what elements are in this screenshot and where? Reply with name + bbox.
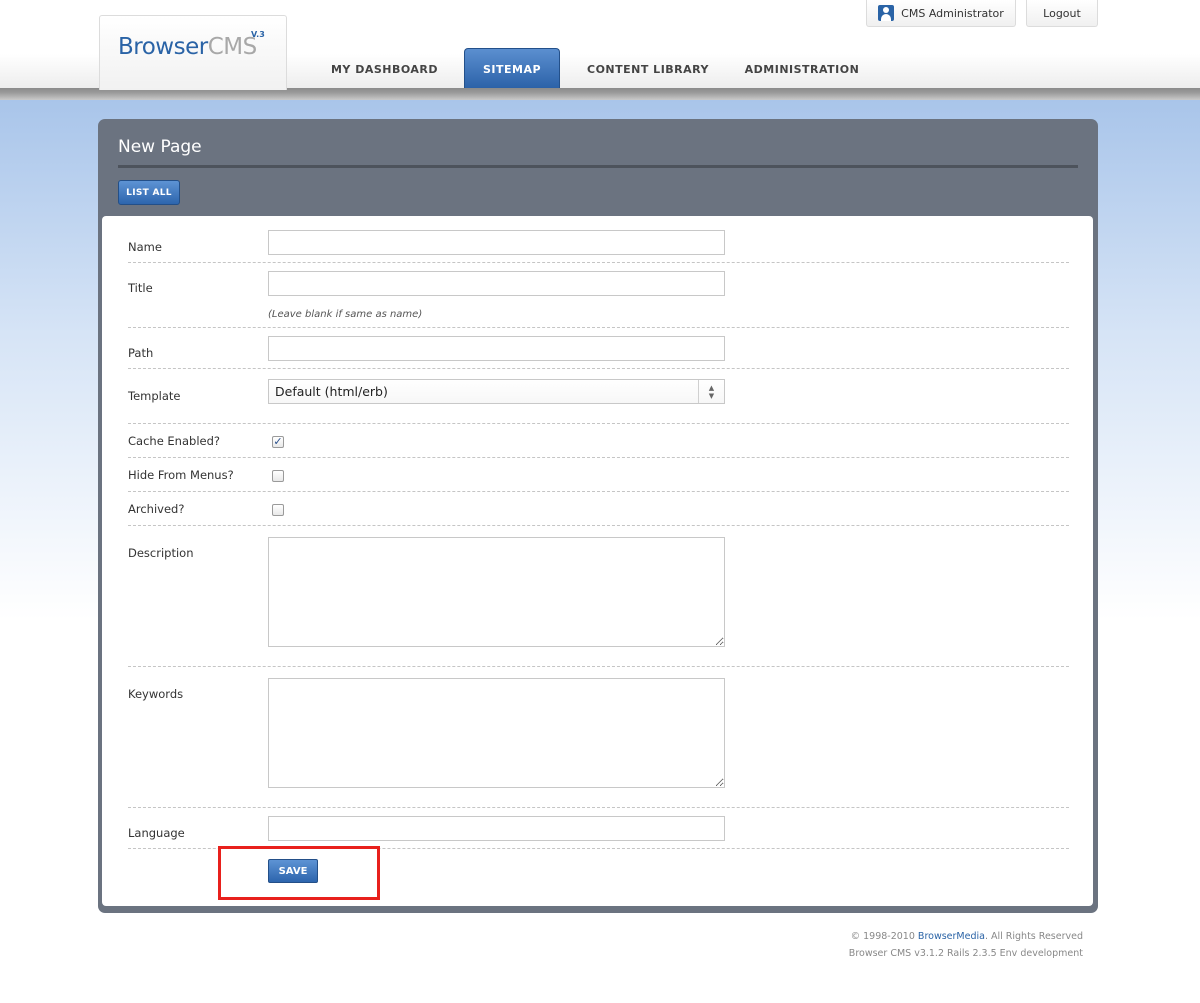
divider xyxy=(128,327,1069,328)
user-account-button[interactable]: CMS Administrator xyxy=(866,0,1016,27)
save-highlight-box xyxy=(218,846,380,900)
select-arrows-icon: ▲ ▼ xyxy=(698,380,724,403)
description-label: Description xyxy=(128,546,194,560)
version-line: Browser CMS v3.1.2 Rails 2.3.5 Env devel… xyxy=(848,948,1083,959)
list-all-label: LIST ALL xyxy=(126,187,172,198)
tab-label: SITEMAP xyxy=(482,63,542,76)
logout-label: Logout xyxy=(1043,6,1081,20)
template-select[interactable]: Default (html/erb) ▲ ▼ xyxy=(268,379,725,404)
divider xyxy=(128,423,1069,424)
divider xyxy=(128,807,1069,808)
hide-from-menus-checkbox[interactable] xyxy=(272,470,284,482)
company-link[interactable]: BrowserMedia xyxy=(918,931,985,942)
tab-sitemap[interactable]: SITEMAP xyxy=(464,48,560,88)
tab-administration[interactable]: ADMINISTRATION xyxy=(738,48,866,88)
divider xyxy=(128,491,1069,492)
divider xyxy=(128,368,1069,369)
tab-label: CONTENT LIBRARY xyxy=(587,62,709,76)
copyright-line: © 1998-2010 BrowserMedia. All Rights Res… xyxy=(849,928,1083,945)
divider xyxy=(128,457,1069,458)
copyright-suffix: . All Rights Reserved xyxy=(984,931,1083,942)
divider xyxy=(128,262,1069,263)
path-field[interactable] xyxy=(268,336,725,361)
title-hint: (Leave blank if same as name) xyxy=(268,309,423,320)
new-page-form: Name Title (Leave blank if same as name)… xyxy=(102,216,1093,906)
keywords-field[interactable] xyxy=(268,678,725,788)
template-selected-value: Default (html/erb) xyxy=(275,384,388,399)
logo-brand: Browser xyxy=(118,34,208,60)
page-title: New Page xyxy=(118,137,202,157)
tab-content-library[interactable]: CONTENT LIBRARY xyxy=(578,48,718,88)
copyright-prefix: © 1998-2010 xyxy=(850,931,918,942)
user-label: CMS Administrator xyxy=(901,6,1004,20)
logo[interactable]: BrowserCMS V.3 xyxy=(99,15,287,90)
user-icon xyxy=(878,5,895,21)
footer: © 1998-2010 BrowserMedia. All Rights Res… xyxy=(849,928,1083,962)
archived-label: Archived? xyxy=(128,502,185,516)
language-label: Language xyxy=(128,826,185,840)
title-field[interactable] xyxy=(268,271,725,296)
content-panel: New Page LIST ALL Name Title (Leave blan… xyxy=(98,119,1098,913)
tab-label: ADMINISTRATION xyxy=(744,62,860,76)
title-label: Title xyxy=(128,281,153,295)
description-field[interactable] xyxy=(268,537,725,647)
logo-product: CMS xyxy=(207,34,258,60)
path-label: Path xyxy=(128,346,154,360)
title-divider xyxy=(118,165,1078,168)
name-label: Name xyxy=(128,240,162,254)
tab-label: MY DASHBOARD xyxy=(330,62,439,76)
tab-my-dashboard[interactable]: MY DASHBOARD xyxy=(322,48,447,88)
logout-button[interactable]: Logout xyxy=(1026,0,1098,27)
logo-version: V.3 xyxy=(251,30,265,39)
logo-text: BrowserCMS xyxy=(118,34,257,60)
name-field[interactable] xyxy=(268,230,725,255)
archived-checkbox[interactable] xyxy=(272,504,284,516)
divider xyxy=(128,525,1069,526)
language-field[interactable] xyxy=(268,816,725,841)
divider xyxy=(128,666,1069,667)
cache-enabled-checkbox[interactable]: ✓ xyxy=(272,436,284,448)
keywords-label: Keywords xyxy=(128,687,184,701)
template-label: Template xyxy=(128,389,181,403)
list-all-button[interactable]: LIST ALL xyxy=(118,180,180,205)
cache-enabled-label: Cache Enabled? xyxy=(128,434,220,448)
hide-from-menus-label: Hide From Menus? xyxy=(128,468,234,482)
